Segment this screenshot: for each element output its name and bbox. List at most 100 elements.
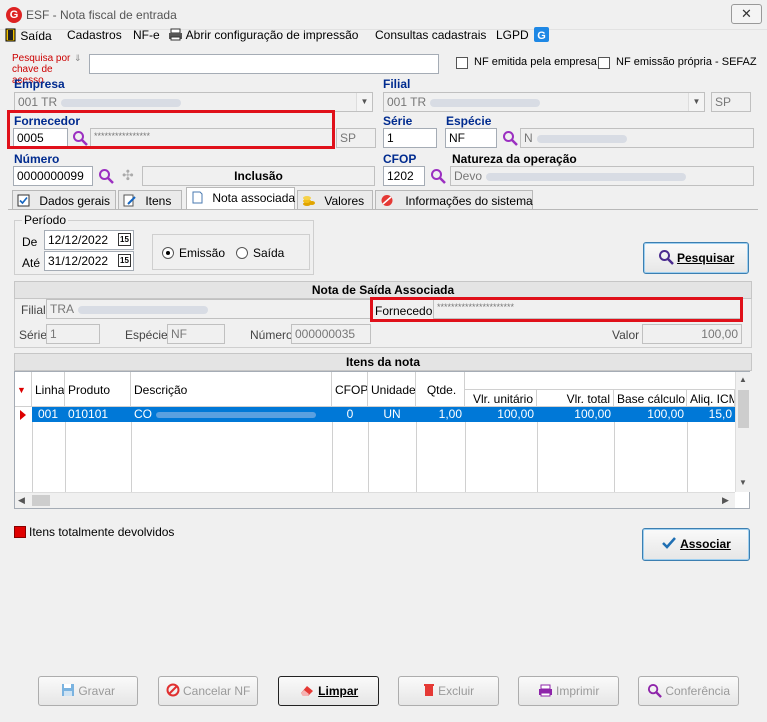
numero-label: Número <box>14 152 60 166</box>
date-to-input[interactable]: 31/12/2022 15 <box>44 251 134 271</box>
ns-filial-label: Filial <box>21 303 46 317</box>
scroll-right-icon[interactable]: ▶ <box>722 495 729 506</box>
close-button[interactable]: ✕ <box>731 4 762 24</box>
grid-line <box>332 422 333 492</box>
tab-itens[interactable]: Itens <box>118 190 182 210</box>
menu-item-consultas[interactable]: Consultas cadastrais <box>375 28 486 42</box>
col-header-linha[interactable]: Linha <box>32 372 65 407</box>
calendar-icon[interactable]: 15 <box>118 254 131 267</box>
svg-text:G: G <box>537 30 546 42</box>
empresa-select[interactable]: 001 TR ▼ <box>14 92 373 112</box>
scroll-thumb[interactable] <box>32 495 50 506</box>
cancelar-label: Cancelar NF <box>182 684 251 698</box>
ns-numero-field: 000000035 <box>291 324 371 344</box>
ns-filial-value: TRA <box>50 302 74 316</box>
ns-serie-label: Série <box>19 328 48 342</box>
search-icon[interactable] <box>430 168 446 184</box>
filial-select[interactable]: 001 TR ▼ <box>383 92 705 112</box>
vertical-scrollbar[interactable]: ▲ ▼ <box>735 372 750 492</box>
grid-line <box>537 422 538 492</box>
grid-line <box>614 422 615 492</box>
menu-item-impressao[interactable]: Abrir configuração de impressão <box>168 28 358 42</box>
associar-button[interactable]: Associar <box>642 528 750 561</box>
serie-input[interactable]: 1 <box>383 128 437 148</box>
date-from-value: 12/12/2022 <box>48 233 109 247</box>
ns-especie-label: Espécie <box>125 328 168 342</box>
imprimir-button[interactable]: Imprimir <box>518 676 619 706</box>
system-info-icon <box>381 195 393 206</box>
emissao-radio[interactable] <box>162 247 174 259</box>
app-logo-icon: G <box>6 7 22 23</box>
cell-base-calculo: 100,00 <box>647 407 684 421</box>
tab-valores[interactable]: Valores <box>297 190 373 210</box>
horizontal-scrollbar[interactable]: ◀ ▶ <box>15 492 735 508</box>
search-icon[interactable] <box>98 168 114 184</box>
especie-desc-value: N <box>524 131 533 145</box>
cell-unidade: UN <box>383 407 401 421</box>
tab-label: Dados gerais <box>39 194 111 208</box>
chevron-down-icon: ▼ <box>356 93 372 111</box>
cell-produto: 010101 <box>68 407 109 421</box>
col-header-qtde[interactable]: Qtde. <box>416 372 465 407</box>
menu-item-lgpd[interactable]: LGPD <box>496 28 529 42</box>
date-from-input[interactable]: 12/12/2022 15 <box>44 230 134 250</box>
especie-input[interactable]: NF <box>445 128 497 148</box>
excluir-button[interactable]: Excluir <box>398 676 499 706</box>
col-header-unidade[interactable]: Unidade <box>368 372 416 407</box>
date-to-value: 31/12/2022 <box>48 254 109 268</box>
printer-icon <box>538 684 552 697</box>
scroll-left-icon[interactable]: ◀ <box>18 495 25 506</box>
nf-propria-checkbox[interactable] <box>598 57 610 69</box>
cell-descricao: CO <box>131 407 332 422</box>
nf-propria-label: NF emissão própria - SEFAZ <box>616 56 757 68</box>
col-header-produto[interactable]: Produto <box>65 372 131 407</box>
nf-emitida-checkbox[interactable] <box>456 57 468 69</box>
cancelar-nf-button[interactable]: Cancelar NF <box>158 676 258 706</box>
menu-bar: Saída Cadastros NF-e Abrir configuração … <box>0 26 767 46</box>
eraser-icon <box>300 686 313 696</box>
itens-header: Itens da nota <box>14 353 752 371</box>
natureza-label: Natureza da operação <box>452 152 577 166</box>
menu-item-saida[interactable]: Saída <box>5 28 52 43</box>
plus-icon[interactable]: ✣ <box>122 167 134 184</box>
legend-swatch <box>14 526 26 538</box>
col-header-descricao[interactable]: Descrição <box>131 372 332 407</box>
document-icon <box>192 191 203 204</box>
access-key-input[interactable] <box>89 54 439 74</box>
tab-nota-associada[interactable]: Nota associada <box>186 187 295 210</box>
tab-label: Itens <box>145 194 172 208</box>
menu-item-nfe[interactable]: NF-e <box>133 28 160 42</box>
imprimir-label: Imprimir <box>556 684 600 698</box>
limpar-button[interactable]: Limpar <box>278 676 379 706</box>
checkbox-icon <box>17 194 30 207</box>
cell-descricao-value: CO <box>134 407 152 421</box>
numero-input[interactable]: 0000000099 <box>13 166 93 186</box>
scroll-down-icon[interactable]: ▼ <box>739 478 747 487</box>
status-field: Inclusão <box>142 166 375 186</box>
cfop-input[interactable]: 1202 <box>383 166 425 186</box>
conferencia-button[interactable]: Conferência <box>638 676 739 706</box>
legend-label: Itens totalmente devolvidos <box>29 525 175 539</box>
menu-item-cadastros[interactable]: Cadastros <box>67 28 122 42</box>
cell-vlr-total: 100,00 <box>574 407 611 421</box>
ns-especie-field: NF <box>167 324 225 344</box>
saida-radio[interactable] <box>236 247 248 259</box>
calendar-icon[interactable]: 15 <box>118 233 131 246</box>
g-logo-icon[interactable]: G <box>534 27 549 45</box>
cell-vlr-unitario: 100,00 <box>497 407 534 421</box>
scroll-up-icon[interactable]: ▲ <box>739 375 747 384</box>
scroll-thumb[interactable] <box>738 390 749 428</box>
gravar-button[interactable]: Gravar <box>38 676 138 706</box>
search-icon[interactable] <box>502 130 518 146</box>
pin-icon: ⇓ <box>74 53 82 63</box>
ns-numero-label: Número <box>250 328 293 342</box>
tab-informacoes-sistema[interactable]: Informações do sistema <box>375 190 533 210</box>
saida-label: Saída <box>253 246 285 260</box>
col-header-cfop[interactable]: CFOP <box>332 372 368 407</box>
pesquisar-button[interactable]: Pesquisar <box>643 242 749 274</box>
tab-dados-gerais[interactable]: Dados gerais <box>12 190 116 210</box>
filial-value: 001 TR <box>387 95 427 109</box>
row-indicator <box>15 407 32 422</box>
ns-fornecedor-highlight <box>370 297 743 322</box>
filial-uf-field: SP <box>711 92 751 112</box>
